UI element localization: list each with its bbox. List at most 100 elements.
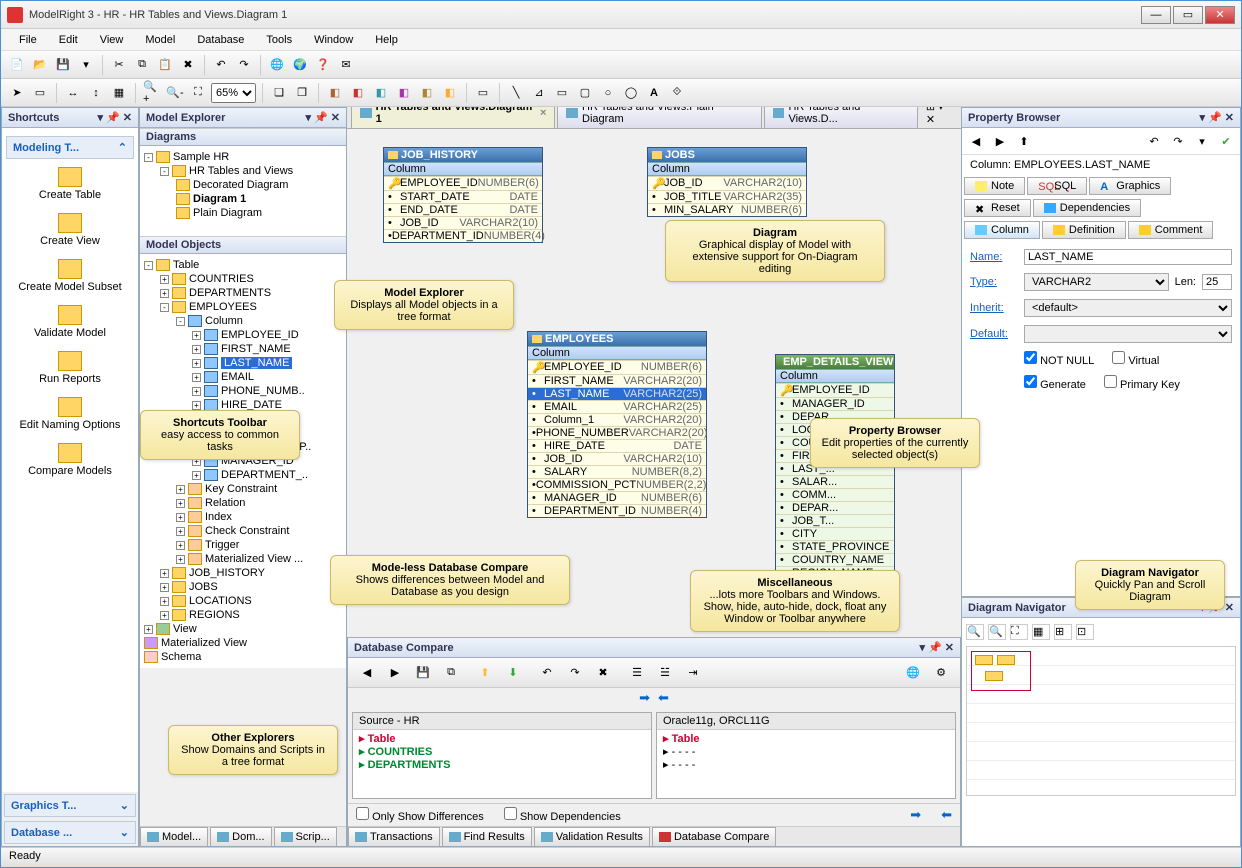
- tab-validation-results[interactable]: Validation Results: [534, 827, 650, 846]
- zoom-in-icon[interactable]: 🔍: [966, 624, 984, 640]
- text-icon[interactable]: A: [644, 83, 664, 103]
- tab-model[interactable]: Model...: [140, 827, 208, 846]
- close-tab-icon[interactable]: ×: [540, 107, 546, 119]
- menu-view[interactable]: View: [90, 32, 134, 48]
- shortcut-edit-naming[interactable]: Edit Naming Options: [4, 391, 136, 437]
- only-diff-checkbox[interactable]: Only Show Differences: [356, 807, 484, 823]
- shortcut-run-reports[interactable]: Run Reports: [4, 345, 136, 391]
- gear-icon[interactable]: ⚙: [930, 662, 952, 684]
- doc-tab-controls[interactable]: ⊞ ▾ ✕: [920, 107, 961, 128]
- polyline-icon[interactable]: ⊿: [529, 83, 549, 103]
- cube2-icon[interactable]: ◧: [348, 83, 368, 103]
- tree-item[interactable]: +EMPLOYEE_ID: [144, 328, 342, 342]
- tree-item[interactable]: +JOBS: [144, 580, 342, 594]
- shortcut-create-model-subset[interactable]: Create Model Subset: [4, 253, 136, 299]
- globe-icon[interactable]: 🌐: [267, 55, 287, 75]
- shortcuts-cat-database[interactable]: Database ...⌄: [4, 821, 136, 844]
- arrow-right-icon[interactable]: ➡: [910, 807, 921, 823]
- inherit-select[interactable]: <default>: [1024, 299, 1232, 317]
- entity-employees[interactable]: EMPLOYEESColumn🔑EMPLOYEE_IDNUMBER(6)•FIR…: [527, 331, 707, 518]
- layer2-icon[interactable]: ❐: [292, 83, 312, 103]
- delete-icon[interactable]: ✖: [178, 55, 198, 75]
- tree-item[interactable]: Materialized View: [144, 636, 342, 650]
- default-select[interactable]: [1024, 325, 1232, 343]
- ellipse-icon[interactable]: ○: [598, 83, 618, 103]
- shortcut-create-table[interactable]: Create Table: [4, 161, 136, 207]
- grid-icon[interactable]: ▦: [109, 83, 129, 103]
- cube4-icon[interactable]: ◧: [394, 83, 414, 103]
- globe2-icon[interactable]: 🌍: [290, 55, 310, 75]
- show-deps-checkbox[interactable]: Show Dependencies: [504, 807, 621, 823]
- virtual-checkbox[interactable]: Virtual: [1112, 351, 1159, 367]
- doc-tab-1[interactable]: HR Tables and Views.Diagram 1×: [351, 107, 555, 128]
- menu-edit[interactable]: Edit: [49, 32, 88, 48]
- pin-icon[interactable]: ▾ 📌 ✕: [919, 641, 954, 654]
- tab-note[interactable]: Note: [964, 177, 1025, 195]
- layer-icon[interactable]: ❏: [269, 83, 289, 103]
- tree-item[interactable]: Decorated Diagram: [144, 178, 342, 192]
- expand-icon[interactable]: -: [160, 167, 169, 176]
- tab-reset[interactable]: ✖Reset: [964, 199, 1031, 217]
- navigator-minimap[interactable]: [966, 646, 1236, 796]
- down-arrow-icon[interactable]: ⬇: [502, 662, 524, 684]
- tree-item[interactable]: +Key Constraint: [144, 482, 342, 496]
- generate-checkbox[interactable]: Generate: [1024, 375, 1086, 391]
- zoom-in-icon[interactable]: 🔍+: [142, 83, 162, 103]
- rrect-icon[interactable]: ▢: [575, 83, 595, 103]
- tree-item[interactable]: +Relation: [144, 496, 342, 510]
- close-button[interactable]: ✕: [1205, 6, 1235, 24]
- redo-icon[interactable]: ↷: [234, 55, 254, 75]
- name-field[interactable]: [1024, 249, 1232, 265]
- save-icon[interactable]: 💾: [53, 55, 73, 75]
- shortcut-create-view[interactable]: Create View: [4, 207, 136, 253]
- tab-sql[interactable]: SQLSQL: [1027, 177, 1087, 195]
- nav-up-icon[interactable]: ⬆: [1014, 132, 1034, 150]
- menu-database[interactable]: Database: [187, 32, 254, 48]
- help-icon[interactable]: ❓: [313, 55, 333, 75]
- primarykey-checkbox[interactable]: Primary Key: [1104, 375, 1180, 391]
- rect-icon[interactable]: ▭: [30, 83, 50, 103]
- grid-icon[interactable]: ▦: [1032, 624, 1050, 640]
- fit-icon[interactable]: ⛶: [1010, 624, 1028, 640]
- pin-icon[interactable]: ▾ 📌 ✕: [1199, 111, 1234, 124]
- dropdown-icon[interactable]: ▾: [1192, 132, 1212, 150]
- cube6-icon[interactable]: ◧: [440, 83, 460, 103]
- tab-transactions[interactable]: Transactions: [348, 827, 440, 846]
- tree-item[interactable]: +Materialized View ...: [144, 552, 342, 566]
- cube5-icon[interactable]: ◧: [417, 83, 437, 103]
- list1-icon[interactable]: ☰: [626, 662, 648, 684]
- tab-column[interactable]: Column: [964, 221, 1040, 239]
- clear-icon[interactable]: ✖: [592, 662, 614, 684]
- new-icon[interactable]: 📄: [7, 55, 27, 75]
- save-icon[interactable]: 💾: [412, 662, 434, 684]
- arrow-right-icon[interactable]: ➡: [639, 690, 650, 706]
- zoom-fit-icon[interactable]: ⛶: [188, 83, 208, 103]
- paste-icon[interactable]: 📋: [155, 55, 175, 75]
- pin-icon[interactable]: ▾ 📌 ✕: [305, 111, 340, 124]
- fwd-icon[interactable]: ▶: [384, 662, 406, 684]
- minimize-button[interactable]: —: [1141, 6, 1171, 24]
- maximize-button[interactable]: ▭: [1173, 6, 1203, 24]
- line-icon[interactable]: ╲: [506, 83, 526, 103]
- arrow-left-icon[interactable]: ⬅: [941, 807, 952, 823]
- open-icon[interactable]: 📂: [30, 55, 50, 75]
- v-align-icon[interactable]: ↕: [86, 83, 106, 103]
- tree-item[interactable]: +EMAIL: [144, 370, 342, 384]
- tree-item[interactable]: +FIRST_NAME: [144, 342, 342, 356]
- entity-jobs[interactable]: JOBSColumn🔑JOB_IDVARCHAR2(10)•JOB_TITLEV…: [647, 147, 807, 217]
- ruler-icon[interactable]: ⟐: [667, 83, 687, 103]
- nav-fwd-icon[interactable]: ▶: [990, 132, 1010, 150]
- grid2-icon[interactable]: ⊞: [1054, 624, 1072, 640]
- tree-item[interactable]: +LOCATIONS: [144, 594, 342, 608]
- list2-icon[interactable]: ☱: [654, 662, 676, 684]
- refresh-icon[interactable]: 🌐: [902, 662, 924, 684]
- tab-definition[interactable]: Definition: [1042, 221, 1126, 239]
- shortcuts-cat-graphics[interactable]: Graphics T...⌄: [4, 794, 136, 817]
- type-select[interactable]: VARCHAR2: [1024, 273, 1169, 291]
- menu-tools[interactable]: Tools: [256, 32, 302, 48]
- snap-icon[interactable]: ⊡: [1076, 624, 1094, 640]
- doc-tab-2[interactable]: HR Tables and Views.Plain Diagram: [557, 107, 761, 128]
- tree-item[interactable]: +Trigger: [144, 538, 342, 552]
- undo-icon[interactable]: ↶: [211, 55, 231, 75]
- tab-database-compare[interactable]: Database Compare: [652, 827, 776, 846]
